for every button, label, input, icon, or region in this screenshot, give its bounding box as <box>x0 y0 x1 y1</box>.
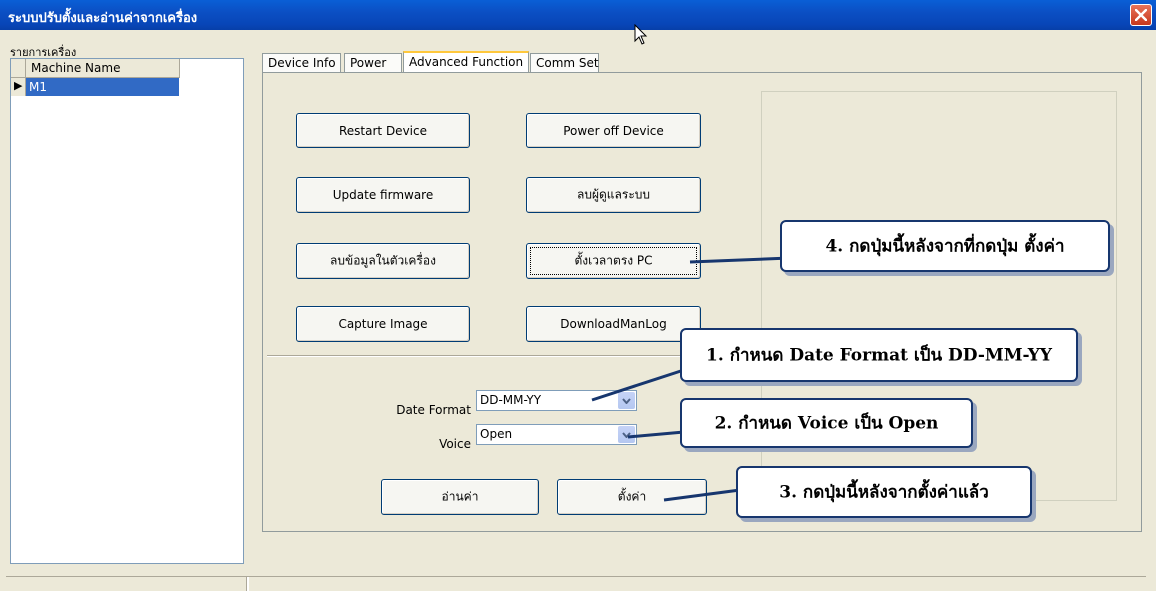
callout-step1: 1. กำหนด Date Format เป็น DD-MM-YY <box>680 328 1078 382</box>
callout-step1-text: 1. กำหนด Date Format เป็น DD-MM-YY <box>706 345 1052 366</box>
callout-step2-text: 2. กำหนด Voice เป็น Open <box>714 413 939 434</box>
status-bar <box>6 576 1146 591</box>
callout-line-step1 <box>591 366 691 402</box>
callout-step3-text: 3. กดปุ่มนี้หลังจากตั้งค่าแล้ว <box>779 482 989 503</box>
callout-step3: 3. กดปุ่มนี้หลังจากตั้งค่าแล้ว <box>736 466 1032 518</box>
callout-step2: 2. กำหนด Voice เป็น Open <box>680 398 973 448</box>
callout-step4: 4. กดปุ่มนี้หลังจากที่กดปุ่ม ตั้งค่า <box>780 220 1110 272</box>
callout-line-step4 <box>689 256 791 264</box>
callout-line-step2 <box>627 430 685 439</box>
callout-line-step3 <box>663 488 741 502</box>
callout-step4-text: 4. กดปุ่มนี้หลังจากที่กดปุ่ม ตั้งค่า <box>825 236 1065 257</box>
status-separator <box>246 577 249 591</box>
